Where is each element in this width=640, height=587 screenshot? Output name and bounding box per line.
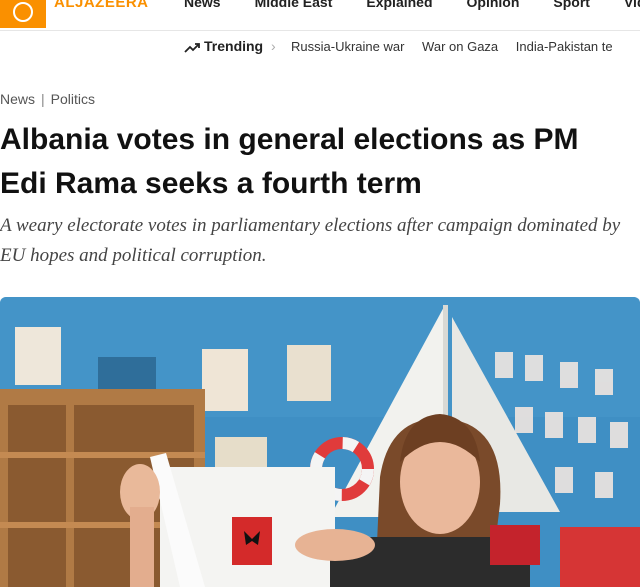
nav-item-news[interactable]: News <box>184 0 221 10</box>
article-subheadline: A weary electorate votes in parliamentar… <box>0 215 621 266</box>
trending-links: Russia-Ukraine war War on Gaza India-Pak… <box>291 39 627 54</box>
article-headline: Albania votes in general elections as PM… <box>0 123 579 200</box>
trending-link[interactable]: War on Gaza <box>422 39 498 54</box>
breadcrumb-divider: | <box>41 91 45 107</box>
breadcrumb: News | Politics <box>0 91 95 107</box>
article-hero-image <box>0 297 640 587</box>
nav-item-opinion[interactable]: Opinion <box>467 0 520 10</box>
trending-link[interactable]: India-Pakistan te <box>516 39 613 54</box>
trending-arrow-icon <box>184 43 200 53</box>
chevron-right-icon: › <box>271 38 276 54</box>
breadcrumb-subsection[interactable]: Politics <box>51 91 95 107</box>
nav-item-middle-east[interactable]: Middle East <box>255 0 333 10</box>
site-header: ALJAZEERA News Middle East Explained Opi… <box>0 0 640 31</box>
main-nav: News Middle East Explained Opinion Sport… <box>184 0 640 10</box>
hero-photo-illustration <box>0 297 640 587</box>
trending-bar: Trending › Russia-Ukraine war War on Gaz… <box>0 30 640 66</box>
logo-glyph-icon <box>13 2 33 22</box>
trending-link[interactable]: Russia-Ukraine war <box>291 39 404 54</box>
nav-item-sport[interactable]: Sport <box>553 0 590 10</box>
logo-text[interactable]: ALJAZEERA <box>54 0 149 11</box>
nav-item-video[interactable]: Video <box>624 0 640 10</box>
nav-item-explained[interactable]: Explained <box>366 0 432 10</box>
trending-label: Trending <box>204 38 264 54</box>
aljazeera-logo[interactable] <box>0 0 46 28</box>
breadcrumb-section[interactable]: News <box>0 91 35 107</box>
